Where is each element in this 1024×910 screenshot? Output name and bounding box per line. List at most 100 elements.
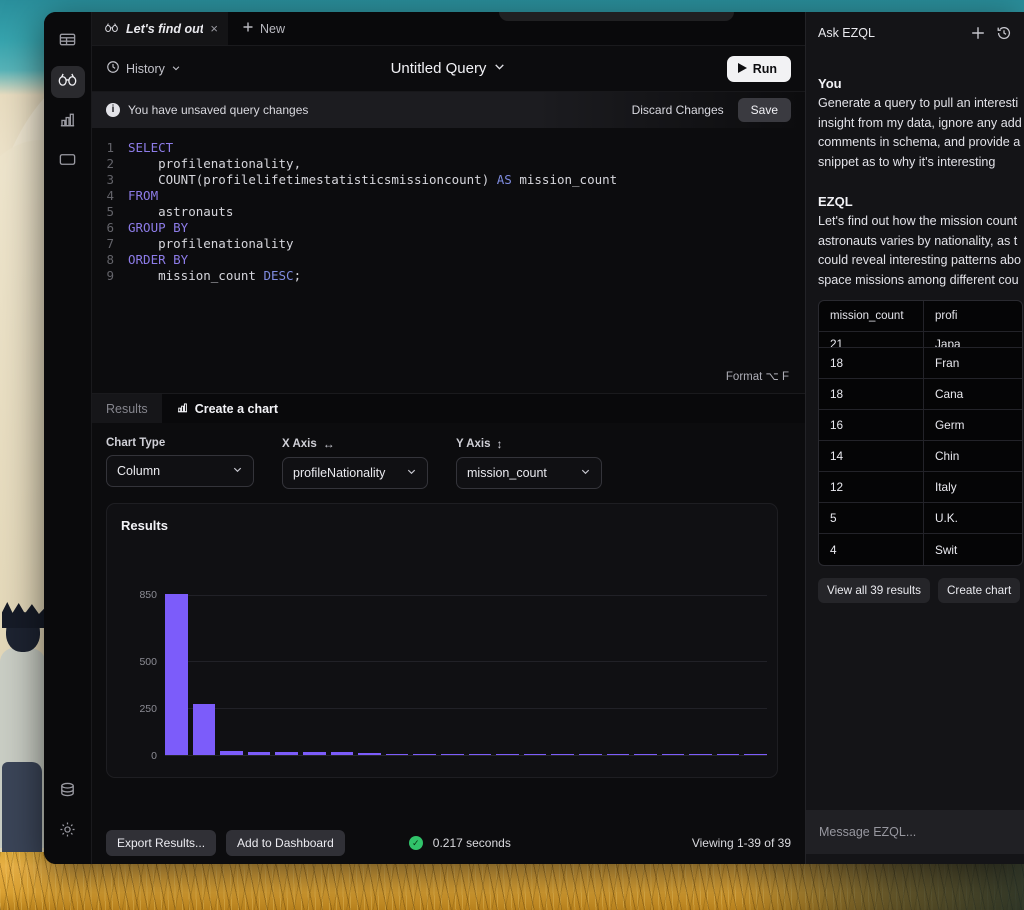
- sql-code: 1SELECT2 profilenationality,3 COUNT(prof…: [92, 140, 805, 284]
- add-to-dashboard-button[interactable]: Add to Dashboard: [226, 830, 345, 856]
- x-axis-label: X Axis ↔: [282, 437, 428, 451]
- ezql-message-input[interactable]: Message EZQL...: [806, 810, 1024, 854]
- binoculars-icon: [57, 69, 78, 95]
- binoculars-icon: [104, 20, 119, 38]
- cell-nationality: Japa: [935, 337, 961, 347]
- chart-preview-card: Results 0250500850: [106, 503, 778, 778]
- cell-nationality: Cana: [935, 387, 963, 401]
- tab-results-label: Results: [106, 402, 148, 416]
- cell-mission-count: 16: [830, 418, 843, 432]
- sidebar-item-explore[interactable]: [51, 66, 85, 98]
- cell-nationality: U.K.: [935, 511, 958, 525]
- sidebar-item-settings[interactable]: [51, 816, 85, 848]
- y-axis-tick-label: 500: [139, 656, 157, 668]
- sql-editor[interactable]: 1SELECT2 profilenationality,3 COUNT(prof…: [92, 128, 805, 393]
- history-icon[interactable]: [996, 25, 1012, 41]
- message-role: You: [818, 76, 1012, 91]
- cell-nationality: Italy: [935, 480, 957, 494]
- tab-create-a-chart-label: Create a chart: [195, 402, 278, 416]
- code-line: 8ORDER BY: [92, 252, 805, 268]
- cell-mission-count: 14: [830, 449, 843, 463]
- message-text: Let's find out how the mission countastr…: [818, 212, 1012, 290]
- code-line: 3 COUNT(profilelifetimestatisticsmission…: [92, 172, 805, 188]
- y-axis-control: Y Axis ↕ mission_count: [456, 437, 602, 489]
- cell-mission-count: 4: [830, 543, 837, 557]
- query-title[interactable]: Untitled Query: [334, 60, 564, 77]
- vertical-arrows-icon: ↕: [497, 437, 503, 451]
- table-row[interactable]: 18 Cana: [819, 379, 1022, 410]
- y-axis-label: Y Axis ↕: [456, 437, 602, 451]
- format-hint[interactable]: Format ⌥ F: [726, 369, 789, 383]
- table-row[interactable]: 4Swit: [819, 534, 1022, 565]
- new-tab-button[interactable]: New: [228, 12, 299, 45]
- cell-nationality: Chin: [935, 449, 959, 463]
- table-row[interactable]: 12 Italy: [819, 472, 1022, 503]
- window-icon: [58, 150, 77, 174]
- history-label: History: [126, 62, 165, 76]
- query-workspace: Let's find out hc × New History: [92, 12, 805, 864]
- message-text: Generate a query to pull an interestiins…: [818, 94, 1012, 172]
- column-header[interactable]: mission_count: [819, 301, 924, 331]
- unsaved-changes-banner: i You have unsaved query changes Discard…: [92, 92, 805, 128]
- ezql-conversation: You Generate a query to pull an interesti…: [806, 54, 1024, 810]
- bar-chart-icon: [176, 401, 189, 417]
- horizontal-arrows-icon: ↔: [323, 437, 335, 451]
- tab-results[interactable]: Results: [92, 394, 162, 423]
- line-number: 5: [92, 204, 128, 220]
- column-header[interactable]: profi: [924, 301, 1022, 331]
- table-row[interactable]: 14 Chin: [819, 441, 1022, 472]
- sidebar-item-database[interactable]: [51, 776, 85, 808]
- ezql-actions: View all 39 resultsCreate chart: [818, 578, 1012, 603]
- window-top-handle: [499, 12, 734, 21]
- run-button[interactable]: Run: [727, 56, 791, 82]
- line-number: 6: [92, 220, 128, 236]
- table-row[interactable]: 5U.K.: [819, 503, 1022, 534]
- gear-icon: [58, 820, 77, 844]
- results-tab-bar: Results Create a chart: [92, 393, 805, 423]
- export-results-button[interactable]: Export Results...: [106, 830, 216, 856]
- view-all-results-button[interactable]: View all 39 results: [818, 578, 930, 603]
- line-text: profilenationality: [128, 236, 294, 252]
- page-title: Untitled Query: [391, 60, 487, 77]
- sidebar-item-charts[interactable]: [51, 106, 85, 138]
- code-line: 2 profilenationality,: [92, 156, 805, 172]
- table-row[interactable]: 21Japa: [819, 332, 1022, 348]
- line-text: FROM: [128, 188, 158, 204]
- table-row[interactable]: 18Fran: [819, 348, 1022, 379]
- chevron-down-icon: [406, 466, 417, 480]
- discard-changes-button[interactable]: Discard Changes: [632, 103, 724, 117]
- x-axis-select[interactable]: profileNationality: [282, 457, 428, 489]
- line-number: 9: [92, 268, 128, 284]
- chart-type-select[interactable]: Column: [106, 455, 254, 487]
- save-button[interactable]: Save: [738, 98, 791, 122]
- plus-icon[interactable]: [970, 25, 986, 41]
- sidebar-item-dashboards[interactable]: [51, 146, 85, 178]
- cell-mission-count: 18: [830, 387, 843, 401]
- close-icon[interactable]: ×: [210, 21, 218, 36]
- line-text: SELECT: [128, 140, 173, 156]
- y-axis-value: mission_count: [467, 466, 572, 480]
- chart-bars: [165, 586, 767, 755]
- ezql-header: Ask EZQL: [806, 12, 1024, 54]
- y-axis-label-text: Y Axis: [456, 438, 491, 450]
- create-chart-button[interactable]: Create chart: [938, 578, 1020, 603]
- chart-bar[interactable]: [193, 704, 216, 755]
- chart-bar[interactable]: [165, 594, 188, 755]
- history-button[interactable]: History: [106, 60, 181, 77]
- code-line: 7 profilenationality: [92, 236, 805, 252]
- cell-mission-count: 12: [830, 480, 843, 494]
- table-row[interactable]: 16Germ: [819, 410, 1022, 441]
- chart-type-control: Chart Type Column: [106, 437, 254, 489]
- ezql-results-table: mission_countprofi21Japa18Fran 18 Cana 16Ge…: [818, 300, 1023, 566]
- query-tab-label: Let's find out hc: [126, 22, 203, 36]
- chart-x-axis: [165, 755, 767, 756]
- table-header-row: mission_countprofi: [819, 301, 1022, 332]
- plus-icon: [242, 21, 254, 36]
- query-tab[interactable]: Let's find out hc ×: [92, 12, 228, 45]
- ezql-panel: Ask EZQL You Generate a query to pull an …: [805, 12, 1024, 864]
- y-axis-select[interactable]: mission_count: [456, 457, 602, 489]
- x-axis-label-text: X Axis: [282, 438, 317, 450]
- tab-create-a-chart[interactable]: Create a chart: [162, 394, 292, 423]
- line-number: 2: [92, 156, 128, 172]
- sidebar-item-tables[interactable]: [51, 26, 85, 58]
